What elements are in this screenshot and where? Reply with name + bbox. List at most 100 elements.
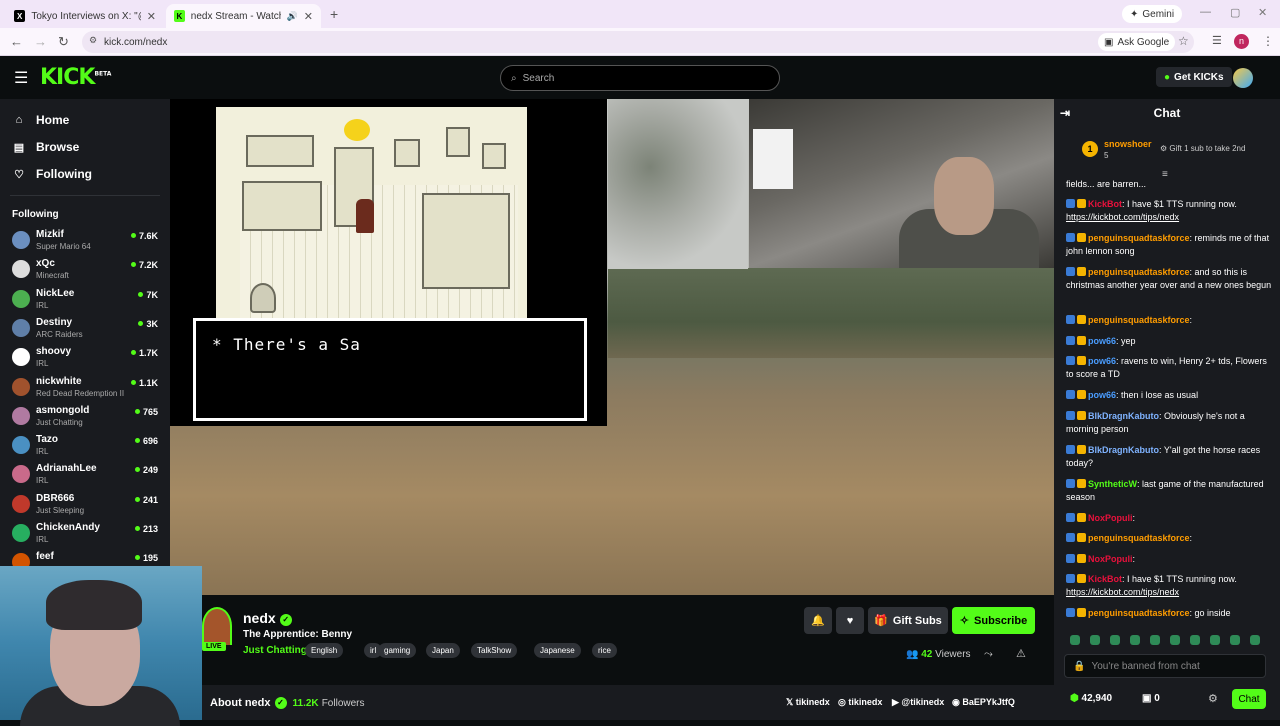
emote-icon[interactable] bbox=[1070, 635, 1080, 645]
social-instagram[interactable]: ◎ tikinedx bbox=[838, 697, 882, 708]
gift-subs-button[interactable]: 🎁 Gift Subs bbox=[868, 607, 948, 634]
kick-logo[interactable]: KICKBETA bbox=[40, 65, 111, 90]
chat-username[interactable]: penguinsquadtaskforce bbox=[1088, 608, 1190, 618]
chat-username[interactable]: NoxPopuli bbox=[1088, 513, 1133, 523]
chat-input[interactable]: 🔒 You're banned from chat bbox=[1064, 654, 1266, 678]
chat-username[interactable]: pow66 bbox=[1088, 356, 1116, 366]
bookmark-star-icon[interactable]: ☆ bbox=[1178, 34, 1189, 48]
tab-nedx-stream[interactable]: K nedx Stream - Watch Live o 🔊 ✕ bbox=[166, 4, 321, 28]
back-icon[interactable]: ← bbox=[10, 34, 23, 49]
stream-tag[interactable]: gaming bbox=[378, 643, 417, 658]
menu-kebab-icon[interactable]: ⋮ bbox=[1262, 34, 1274, 48]
gemini-button[interactable]: ✦ Gemini bbox=[1122, 5, 1183, 23]
chat-settings-icon[interactable]: ⚙ bbox=[1208, 692, 1218, 705]
close-tab-icon[interactable]: ✕ bbox=[147, 10, 156, 23]
chat-username[interactable]: pow66 bbox=[1088, 390, 1116, 400]
chat-username[interactable]: KickBot bbox=[1088, 199, 1122, 209]
following-channel[interactable]: nickwhite Red Dead Redemption II 1.1K bbox=[12, 376, 162, 405]
following-channel[interactable]: Destiny ARC Raiders 3K bbox=[12, 317, 162, 346]
tab-search-icon[interactable]: ☰ bbox=[1212, 34, 1222, 47]
emote-icon[interactable] bbox=[1190, 635, 1200, 645]
chat-username[interactable]: penguinsquadtaskforce bbox=[1088, 233, 1190, 243]
nav-following[interactable]: ♡ Following bbox=[12, 167, 92, 181]
emote-icon[interactable] bbox=[1130, 635, 1140, 645]
kicks-balance[interactable]: ⬢ 42,940 bbox=[1070, 693, 1112, 704]
new-tab-icon[interactable]: + bbox=[330, 6, 338, 22]
following-channel[interactable]: AdrianahLee IRL 249 bbox=[12, 463, 162, 492]
reload-icon[interactable]: ↻ bbox=[58, 34, 69, 50]
minimize-icon[interactable]: — bbox=[1200, 6, 1211, 18]
search-placeholder: Search bbox=[522, 72, 555, 84]
profile-avatar[interactable]: n bbox=[1234, 34, 1249, 49]
following-channel[interactable]: DBR666 Just Sleeping 241 bbox=[12, 493, 162, 522]
nav-home[interactable]: ⌂ Home bbox=[12, 113, 70, 127]
following-channel[interactable]: Mizkif Super Mario 64 7.6K bbox=[12, 229, 162, 258]
stream-tag[interactable]: rice bbox=[592, 643, 617, 658]
channel-name[interactable]: nedx ✓ bbox=[243, 610, 292, 626]
stream-tag[interactable]: TalkShow bbox=[471, 643, 518, 658]
emote-icon[interactable] bbox=[1230, 635, 1240, 645]
chat-link[interactable]: https://kickbot.com/tips/nedx bbox=[1066, 587, 1179, 597]
stream-tag[interactable]: English bbox=[305, 643, 344, 658]
site-info-icon[interactable]: ⚙ bbox=[89, 35, 97, 46]
follow-heart-button[interactable]: ♥ bbox=[836, 607, 864, 634]
emote-icon[interactable] bbox=[1150, 635, 1160, 645]
social-youtube[interactable]: ▶ @tikinedx bbox=[892, 697, 944, 708]
following-channel[interactable]: Tazo IRL 696 bbox=[12, 434, 162, 463]
ask-google-button[interactable]: ▣ Ask Google bbox=[1098, 33, 1176, 51]
gift-balance[interactable]: ▣ 0 bbox=[1142, 693, 1160, 704]
chat-username[interactable]: KickBot bbox=[1088, 574, 1122, 584]
notification-bell-button[interactable]: 🔔 bbox=[804, 607, 832, 634]
report-flag-icon[interactable]: ⚠ bbox=[1016, 647, 1026, 660]
stream-tag[interactable]: Japanese bbox=[534, 643, 581, 658]
emote-icon[interactable] bbox=[1210, 635, 1220, 645]
close-window-icon[interactable]: ✕ bbox=[1258, 6, 1267, 19]
forward-icon[interactable]: → bbox=[34, 34, 47, 49]
social-discord[interactable]: ◉ BaEPYkJtfQ bbox=[952, 697, 1015, 708]
leader-user[interactable]: snowshoer bbox=[1104, 139, 1152, 149]
channel-avatar bbox=[12, 289, 30, 308]
user-avatar[interactable] bbox=[1233, 68, 1253, 88]
chat-username[interactable]: penguinsquadtaskforce bbox=[1088, 315, 1190, 325]
chat-username[interactable]: penguinsquadtaskforce bbox=[1088, 267, 1190, 277]
badge-icon bbox=[1077, 574, 1086, 583]
chat-username[interactable]: BlkDragnKabuto bbox=[1088, 445, 1159, 455]
social-x[interactable]: 𝕏 tikinedx bbox=[786, 697, 830, 708]
emote-icon[interactable] bbox=[1090, 635, 1100, 645]
speaker-icon[interactable]: 🔊 bbox=[287, 11, 298, 22]
channel-avatar[interactable] bbox=[202, 607, 232, 645]
emote-icon[interactable] bbox=[1250, 635, 1260, 645]
chat-link[interactable]: https://kickbot.com/tips/nedx bbox=[1066, 212, 1179, 222]
chat-username[interactable]: penguinsquadtaskforce bbox=[1088, 533, 1190, 543]
get-kicks-button[interactable]: ● Get KICKs bbox=[1156, 67, 1232, 87]
following-channel[interactable]: xQc Minecraft 7.2K bbox=[12, 258, 162, 287]
following-channel[interactable]: asmongold Just Chatting 765 bbox=[12, 405, 162, 434]
following-channel[interactable]: ChickenAndy IRL 213 bbox=[12, 522, 162, 551]
hamburger-menu-icon[interactable]: ☰ bbox=[14, 68, 28, 88]
maximize-icon[interactable]: ▢ bbox=[1230, 6, 1240, 19]
chat-username[interactable]: NoxPopuli bbox=[1088, 554, 1133, 564]
search-input[interactable]: ⌕ Search bbox=[500, 65, 780, 91]
tab-label: nedx Stream - Watch Live o bbox=[190, 10, 281, 22]
tab-tokyo-interviews[interactable]: X Tokyo Interviews on X: "@calle ✕ bbox=[6, 4, 164, 28]
close-tab-icon[interactable]: ✕ bbox=[304, 10, 313, 23]
collapse-chat-icon[interactable]: ⇥ bbox=[1060, 99, 1070, 127]
following-channel[interactable]: shoovy IRL 1.7K bbox=[12, 346, 162, 375]
chat-username[interactable]: BlkDragnKabuto bbox=[1088, 411, 1159, 421]
following-channel[interactable]: NickLee IRL 7K bbox=[12, 288, 162, 317]
nav-browse[interactable]: ▤ Browse bbox=[12, 140, 80, 154]
stream-tag[interactable]: Japan bbox=[426, 643, 460, 658]
stream-category[interactable]: Just Chatting bbox=[243, 645, 307, 656]
channel-category: Just Chatting bbox=[36, 417, 83, 427]
share-icon[interactable]: ⤳ bbox=[984, 648, 993, 661]
send-chat-button[interactable]: Chat bbox=[1232, 689, 1266, 709]
subscribe-button[interactable]: ✧ Subscribe bbox=[952, 607, 1035, 634]
chat-username[interactable]: pow66 bbox=[1088, 336, 1116, 346]
instagram-icon: ◎ bbox=[838, 697, 849, 707]
chat-text: : go inside bbox=[1189, 608, 1231, 618]
chat-username[interactable]: SyntheticW bbox=[1088, 479, 1137, 489]
emote-icon[interactable] bbox=[1170, 635, 1180, 645]
emote-icon[interactable] bbox=[1110, 635, 1120, 645]
game-frame bbox=[446, 127, 470, 157]
url-bar[interactable]: ⚙ kick.com/nedx bbox=[82, 31, 1194, 53]
